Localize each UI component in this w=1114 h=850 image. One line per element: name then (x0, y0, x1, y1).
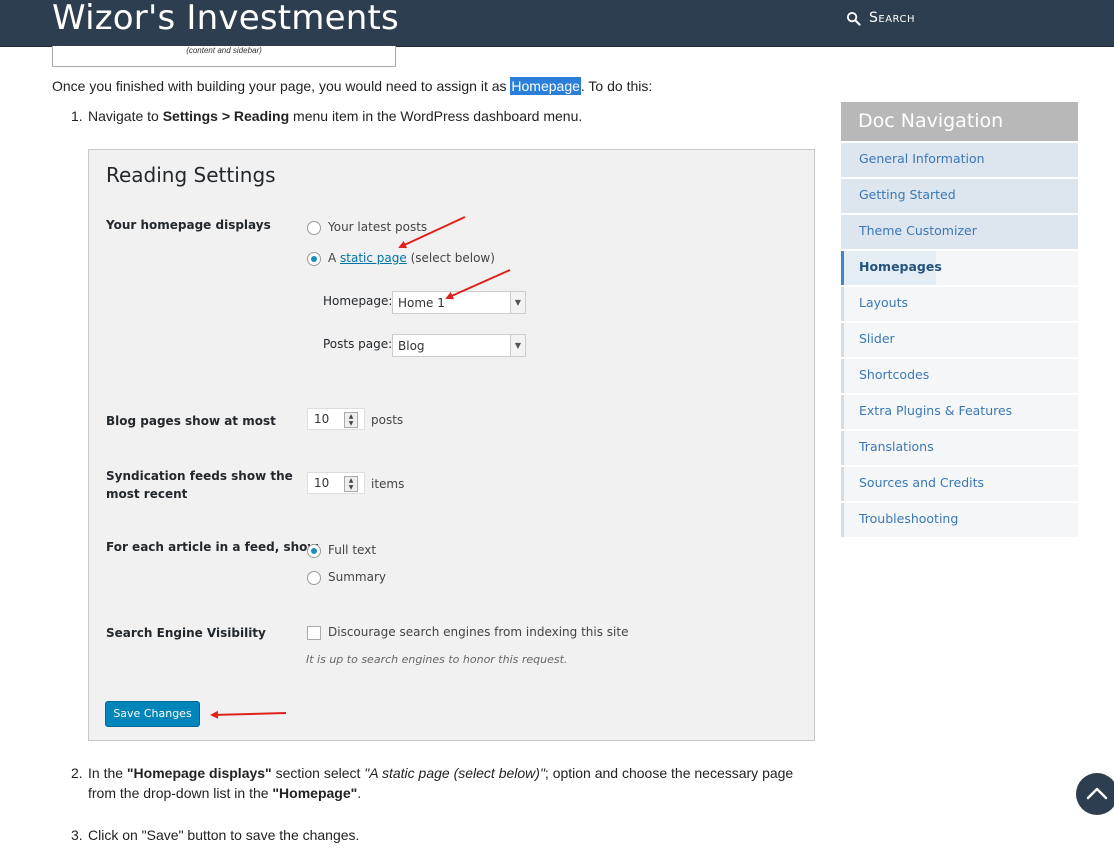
annotation-arrows (210, 216, 511, 719)
step-text: ; option and choose the necessary page (544, 765, 794, 781)
nav-item-slider[interactable]: Slider (841, 323, 1078, 357)
blog-pages-input[interactable]: 10 ▲ ▼ (307, 408, 365, 430)
nav-item-extra-plugins[interactable]: Extra Plugins & Features (841, 395, 1078, 429)
feed-article-label: For each article in a feed, show (106, 540, 319, 554)
site-title[interactable]: Wizor's Investments (52, 0, 399, 38)
nav-item-troubleshooting[interactable]: Troubleshooting (841, 503, 1078, 537)
search-engine-visibility-label: Search Engine Visibility (106, 626, 266, 640)
discourage-search-checkbox[interactable] (307, 626, 321, 640)
homepage-select-value: Home 1 (398, 296, 445, 310)
dropdown-arrow-icon: ▼ (510, 335, 525, 356)
blog-pages-unit: posts (371, 413, 404, 427)
feeds-label-line-2: most recent (106, 487, 188, 501)
discourage-search-label: Discourage search engines from indexing … (328, 625, 629, 639)
radio-full-text-label: Full text (328, 543, 377, 557)
radio-full-text[interactable] (307, 544, 321, 558)
radio-summary-label: Summary (328, 570, 386, 584)
intro-text: Once you finished with building your pag… (52, 78, 511, 94)
homepage-select-label: Homepage: (323, 294, 393, 308)
feeds-unit: items (371, 477, 405, 491)
step-3: 3. Click on "Save" button to save the ch… (71, 825, 360, 845)
intro-text-end: . To do this: (580, 78, 653, 94)
intro-paragraph: Once you finished with building your pag… (52, 77, 653, 95)
doc-navigation-heading: Doc Navigation (841, 102, 1078, 141)
homepage-displays-label: Your homepage displays (106, 218, 271, 232)
blog-pages-value: 10 (314, 412, 330, 426)
step-italic: "A static page (select below)" (364, 765, 545, 781)
figure-caption: (content and sidebar) (186, 46, 262, 55)
static-suffix: (select below) (406, 251, 495, 265)
radio-summary[interactable] (307, 571, 321, 585)
static-prefix: A (328, 251, 341, 265)
step-number: 2. (71, 765, 83, 781)
highlighted-text: Homepage (510, 77, 581, 95)
spinner-icon[interactable]: ▲ ▼ (344, 476, 358, 492)
step-text: In the (88, 765, 127, 781)
posts-page-select[interactable]: Blog ▼ (392, 334, 526, 357)
previous-figure: (content and sidebar) (52, 46, 396, 67)
nav-item-getting-started[interactable]: Getting Started (841, 179, 1078, 213)
search-icon (846, 11, 861, 26)
radio-static-page-label: A static page (select below) (328, 251, 495, 265)
step-text: section select (271, 765, 365, 781)
nav-item-translations[interactable]: Translations (841, 431, 1078, 465)
nav-item-theme-customizer[interactable]: Theme Customizer (841, 215, 1078, 249)
save-changes-button[interactable]: Save Changes (105, 701, 200, 727)
site-header: Wizor's Investments Search (0, 0, 1114, 47)
static-page-link[interactable]: static page (340, 251, 407, 265)
search-label: Search (869, 10, 915, 26)
chevron-up-icon (1086, 787, 1108, 800)
feeds-value: 10 (314, 476, 330, 490)
nav-item-shortcodes[interactable]: Shortcodes (841, 359, 1078, 393)
step-2: 2. In the "Homepage displays" section se… (71, 763, 828, 803)
search-button[interactable]: Search (846, 9, 915, 27)
search-visibility-hint: It is up to search engines to honor this… (306, 653, 568, 666)
homepage-select[interactable]: Home 1 ▼ (392, 291, 526, 314)
nav-item-general-information[interactable]: General Information (841, 143, 1078, 177)
reading-settings-screenshot: Reading Settings Your homepage displays … (88, 149, 815, 741)
radio-latest-posts[interactable] (307, 221, 321, 235)
back-to-top-button[interactable] (1076, 773, 1114, 815)
reading-settings-title: Reading Settings (106, 163, 276, 187)
step-number: 3. (71, 827, 83, 843)
step-text: Click on "Save" button to save the chang… (88, 827, 360, 843)
step-bold: Settings > Reading (162, 108, 290, 124)
step-bold: "Homepage displays" (126, 765, 272, 781)
posts-page-select-value: Blog (398, 339, 425, 353)
dropdown-arrow-icon: ▼ (510, 292, 525, 313)
step-1: 1. Navigate to Settings > Reading menu i… (71, 106, 583, 126)
feeds-label-line-1: Syndication feeds show the (106, 469, 293, 483)
step-text: menu item in the WordPress dashboard men… (289, 108, 583, 124)
arrow-to-save-button (210, 710, 287, 719)
step-bold: "Homepage" (272, 785, 358, 801)
step-text: Navigate to (88, 108, 163, 124)
nav-item-sources-credits[interactable]: Sources and Credits (841, 467, 1078, 501)
nav-item-homepages[interactable]: Homepages (841, 251, 1078, 285)
step-text: . (357, 785, 362, 801)
step-text: from the drop-down list in the (88, 785, 273, 801)
radio-latest-posts-label: Your latest posts (328, 220, 428, 234)
spinner-icon[interactable]: ▲ ▼ (344, 412, 358, 428)
blog-pages-label: Blog pages show at most (106, 414, 276, 428)
doc-navigation: Doc Navigation General Information Getti… (841, 102, 1078, 537)
step-number: 1. (71, 108, 83, 124)
nav-item-layouts[interactable]: Layouts (841, 287, 1078, 321)
feeds-input[interactable]: 10 ▲ ▼ (307, 472, 365, 494)
posts-page-select-label: Posts page: (323, 337, 393, 351)
radio-static-page[interactable] (307, 252, 321, 266)
